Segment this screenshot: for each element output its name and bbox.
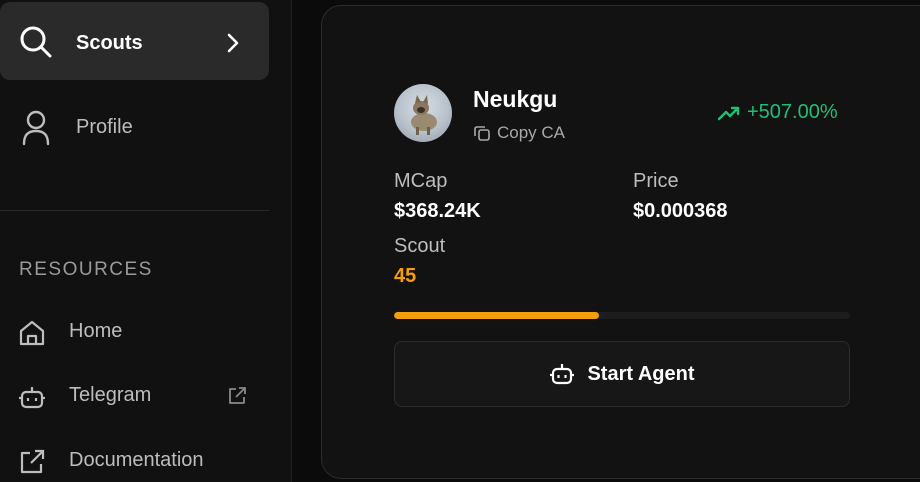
copy-ca-label: Copy CA [497,123,566,142]
user-icon [22,110,50,146]
token-name: Neukgu [473,86,558,112]
resources-heading: RESOURCES [19,259,153,280]
nav-item-label: Scouts [76,32,143,54]
resource-label: Telegram [69,384,152,406]
home-icon [19,320,45,346]
scout-value: 45 [394,265,417,287]
resource-item-documentation[interactable]: Documentation [0,438,269,482]
price-change-value: +507.00% [747,101,838,123]
scout-progress-bar [394,312,850,319]
scout-label: Scout [394,235,446,257]
copy-ca-button[interactable]: Copy CA [473,122,565,144]
nav-item-profile[interactable]: Profile [0,98,269,158]
scout-progress-fill [394,312,600,319]
copy-icon [474,126,490,141]
nav-item-scouts[interactable]: Scouts [0,2,269,80]
resource-item-home[interactable]: Home [0,309,269,353]
token-card: Neukgu Copy CA +507.00% MCap $368.24K Pr… [321,5,920,479]
token-avatar [394,84,452,142]
price-label: Price [633,170,679,192]
start-agent-button[interactable]: Start Agent [394,341,850,407]
resource-label: Documentation [69,449,204,471]
raccoon-dog-image [411,95,437,135]
start-agent-label: Start Agent [587,362,695,385]
price-value: $0.000368 [633,200,728,222]
search-icon [20,26,52,58]
external-link-icon [229,387,246,404]
sidebar: Scouts Profile RESOURCES Home Telegram D… [0,0,292,482]
resource-label: Home [69,320,123,342]
chevron-right-icon [227,33,239,53]
trending-up-icon [717,106,740,120]
price-change: +507.00% [717,101,838,124]
bot-icon [550,364,575,385]
resource-item-telegram[interactable]: Telegram [0,373,269,417]
bot-icon [19,387,45,409]
mcap-label: MCap [394,170,448,192]
divider [0,210,269,211]
external-link-icon [20,449,45,474]
nav-item-label: Profile [76,116,133,138]
mcap-value: $368.24K [394,200,481,222]
